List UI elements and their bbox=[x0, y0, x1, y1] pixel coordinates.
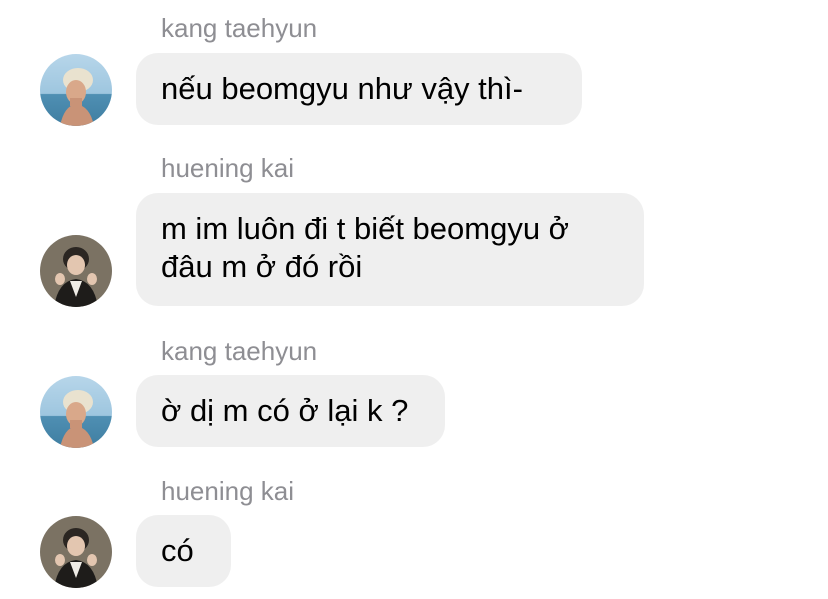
avatar[interactable] bbox=[40, 516, 112, 588]
sender-name: kang taehyun bbox=[161, 336, 318, 366]
message-bubble[interactable]: nếu beomgyu như vậy thì- bbox=[136, 53, 582, 125]
message-text: nếu beomgyu như vậy thì- bbox=[161, 71, 523, 106]
profile-photo-icon bbox=[40, 376, 112, 448]
sender-name: huening kai bbox=[161, 476, 294, 506]
profile-photo-icon bbox=[40, 235, 112, 307]
sender-name: kang taehyun bbox=[161, 13, 318, 43]
avatar[interactable] bbox=[40, 376, 112, 448]
message-bubble[interactable]: m im luôn đi t biết beomgyu ở đâu m ở đó… bbox=[136, 193, 644, 306]
message-bubble[interactable]: ờ dị m có ở lại k ? bbox=[136, 375, 445, 447]
profile-photo-icon bbox=[40, 516, 112, 588]
message-text-line: m im luôn đi t biết beomgyu ở bbox=[161, 211, 570, 246]
avatar[interactable] bbox=[40, 235, 112, 307]
profile-photo-icon bbox=[40, 54, 112, 126]
message-text: ờ dị m có ở lại k ? bbox=[161, 393, 409, 428]
avatar[interactable] bbox=[40, 54, 112, 126]
sender-name: huening kai bbox=[161, 153, 294, 183]
message-text: có bbox=[161, 533, 194, 568]
message-bubble[interactable]: có bbox=[136, 515, 231, 587]
message-text-line: đâu m ở đó rồi bbox=[161, 249, 363, 284]
